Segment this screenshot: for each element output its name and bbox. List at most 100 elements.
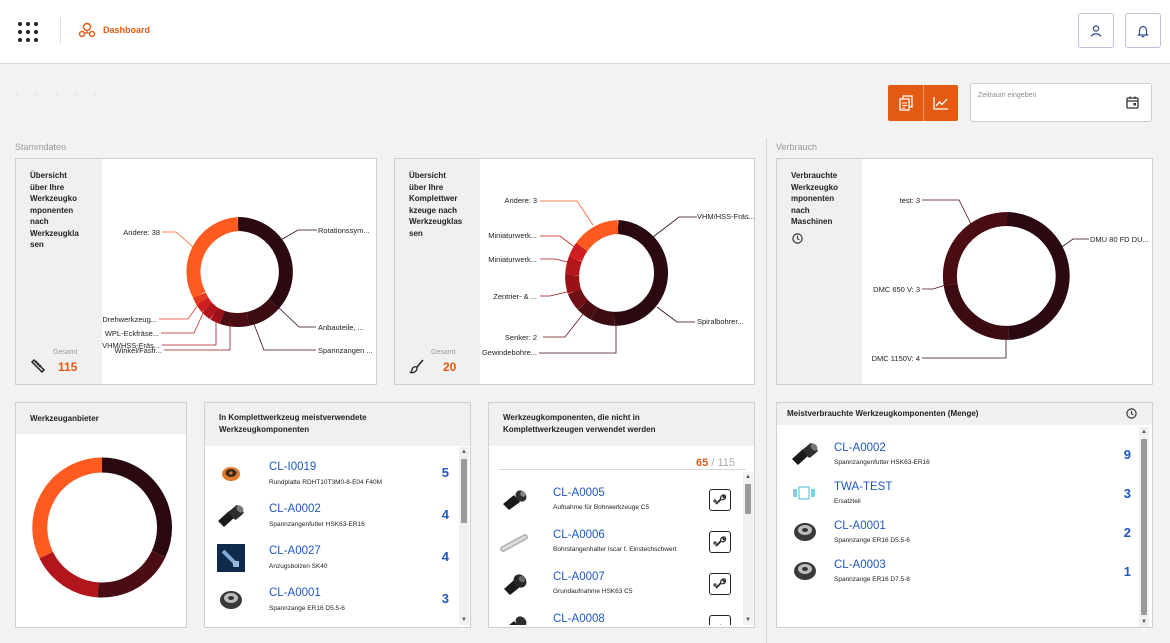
donut-segment-wpl[interactable] — [196, 297, 213, 313]
date-range-input[interactable]: Zeitraum eingeben — [970, 83, 1152, 122]
component-code-link[interactable]: CL-A0002 — [269, 503, 321, 515]
calendar-icon[interactable] — [1126, 96, 1139, 109]
user-button[interactable] — [1078, 13, 1114, 48]
donut-segment-andere[interactable] — [576, 220, 619, 252]
component-code-link[interactable]: CL-A0006 — [553, 529, 605, 541]
cards-view-button[interactable] — [888, 85, 923, 121]
donut-segment-andere[interactable] — [186, 217, 239, 299]
scroll-up-icon[interactable]: ▲ — [1140, 428, 1148, 436]
list-item[interactable]: CL-A0001 Spannzange ER16 D5.5-6 2 — [777, 513, 1137, 552]
chart-label: DMC 650 V: 3 — [873, 285, 920, 294]
donut-segment-3[interactable] — [39, 551, 99, 598]
view-toggle — [888, 85, 958, 121]
donut-segment-vhm[interactable] — [614, 220, 668, 326]
donut-segment-winkel[interactable] — [210, 307, 225, 324]
list-item[interactable]: CL-A0027 Anzugsbolzen SK40 4 — [205, 537, 459, 579]
scroll-up-icon[interactable]: ▲ — [460, 448, 468, 456]
list-item[interactable]: CL-I0019 Rundplatte RDHT10T3M0-8-E04 F40… — [205, 453, 459, 495]
list-item[interactable]: CL-A0008 — [489, 605, 743, 625]
usage-count: 5 — [441, 465, 449, 480]
assign-tool-button[interactable] — [709, 573, 731, 595]
donut-segment-zentrier[interactable] — [565, 274, 582, 294]
base-holder-icon — [504, 574, 527, 595]
donut-segment-4[interactable] — [32, 457, 103, 559]
list-item[interactable]: TWA-TEST Ersatzteil 3 — [777, 474, 1137, 513]
component-list: CL-A0002 Spannzangenfutter HSK63-ER16 9 … — [777, 435, 1137, 627]
component-description: Grundaufnahme HSK63 C5 — [553, 588, 633, 595]
donut-segment-dmu[interactable] — [1006, 212, 1070, 340]
donut-segment-spannzangen[interactable] — [219, 310, 250, 327]
list-item[interactable]: CL-A0002 Spannzangenfutter HSK63-ER16 4 — [205, 495, 459, 537]
component-code-link[interactable]: CL-A0005 — [553, 487, 605, 499]
scroll-down-icon[interactable]: ▼ — [1140, 618, 1148, 626]
assign-tool-button[interactable] — [709, 489, 731, 511]
scrollbar[interactable]: ▲ ▼ — [459, 447, 469, 625]
donut-ring — [942, 211, 1070, 340]
donut-segment-rotation[interactable] — [237, 217, 293, 309]
chart-label: WPL-Eckfräse... — [105, 329, 159, 338]
card-complete-tools-by-class: Übersicht über Ihre Komplettwer kzeuge nach… — [394, 158, 755, 385]
unused-counter: 65 / 115 — [696, 457, 735, 469]
scroll-down-icon[interactable]: ▼ — [744, 616, 752, 624]
scrollbar[interactable]: ▲ ▼ — [743, 472, 753, 625]
component-code-link[interactable]: CL-A0002 — [834, 442, 886, 454]
component-code-link[interactable]: CL-A0008 — [553, 613, 605, 625]
donut-segment-miniatur-1[interactable] — [565, 256, 583, 276]
documents-icon — [898, 95, 913, 111]
list-item[interactable]: CL-A0005 Aufnahme für Bohrwerkzeuge C5 — [489, 479, 743, 521]
chart-label: Rotationssym... — [318, 226, 370, 235]
chart-label: Anbauteile, ... — [318, 323, 364, 332]
pull-stud-icon — [217, 544, 245, 572]
component-code-link[interactable]: CL-A0007 — [553, 571, 605, 583]
scroll-down-icon[interactable]: ▼ — [460, 616, 468, 624]
list-item[interactable]: CL-A0002 Spannzangenfutter HSK63-ER16 9 — [777, 435, 1137, 474]
donut-segment-2[interactable] — [97, 550, 166, 598]
donut-segment-senker[interactable] — [567, 288, 589, 310]
section-divider — [766, 138, 767, 643]
scroll-thumb[interactable] — [461, 459, 467, 523]
list-item[interactable]: CL-A0003 Spannzange ER16 D7.5-8 1 — [777, 552, 1137, 591]
scroll-up-icon[interactable]: ▲ — [744, 473, 752, 481]
spare-part-icon — [793, 486, 815, 500]
holder-icon — [509, 616, 527, 625]
donut-segment-anbauteile[interactable] — [246, 298, 280, 326]
donut-segment-1[interactable] — [101, 457, 172, 558]
assign-tool-button[interactable] — [709, 615, 731, 625]
component-code-link[interactable]: CL-A0001 — [834, 520, 886, 532]
component-description: Aufnahme für Bohrwerkzeuge C5 — [553, 504, 650, 511]
scroll-thumb[interactable] — [1141, 439, 1147, 615]
list-item[interactable]: CL-A0001 Spannzange ER16 D5.5-6 3 — [205, 579, 459, 621]
donut-segment-dreh[interactable] — [192, 292, 209, 305]
component-code-link[interactable]: CL-A0001 — [269, 587, 321, 599]
donut-segment-spiral[interactable] — [590, 307, 616, 326]
clock-icon[interactable] — [1126, 408, 1137, 419]
wrench-add-icon — [713, 494, 727, 505]
scrollbar[interactable]: ▲ ▼ — [1139, 427, 1149, 627]
component-code-link[interactable]: CL-I0019 — [269, 461, 316, 473]
donut-segment-vhm[interactable] — [201, 302, 219, 320]
chart-complete-tools-donut: VHM/HSS-Fräs... Spiralbohrer... Gewindeb… — [482, 196, 755, 357]
card-most-consumed: Meistverbrauchte Werkzeugkomponenten (Me… — [776, 402, 1153, 628]
donut-ring — [565, 220, 668, 326]
leader-lines — [159, 229, 317, 351]
component-code-link[interactable]: TWA-TEST — [834, 481, 892, 493]
assign-tool-button[interactable] — [709, 531, 731, 553]
notifications-button[interactable] — [1125, 13, 1161, 48]
donut-ring — [186, 217, 293, 327]
leader-lines — [539, 200, 697, 354]
donut-segment-dmc650[interactable] — [942, 211, 1008, 286]
component-code-link[interactable]: CL-A0027 — [269, 545, 321, 557]
wrench-add-icon — [713, 536, 727, 547]
app-grid-icon[interactable] — [18, 22, 38, 42]
bar-holder-icon — [500, 534, 528, 552]
list-item[interactable]: CL-A0007 Grundaufnahme HSK63 C5 — [489, 563, 743, 605]
component-description: Spannzangenfutter HSK63-ER16 — [269, 521, 365, 528]
scroll-thumb[interactable] — [745, 484, 751, 514]
donut-segment-dmc1150[interactable] — [943, 283, 1010, 340]
list-item[interactable]: CL-A0006 Bohrstangenhalter Iscar f. Eins… — [489, 521, 743, 563]
collet-chuck-icon — [218, 505, 244, 527]
dashboard-icon[interactable] — [78, 21, 96, 39]
chart-view-button[interactable] — [923, 85, 958, 121]
component-code-link[interactable]: CL-A0003 — [834, 559, 886, 571]
breadcrumb-dashboard[interactable]: Dashboard — [103, 25, 150, 35]
